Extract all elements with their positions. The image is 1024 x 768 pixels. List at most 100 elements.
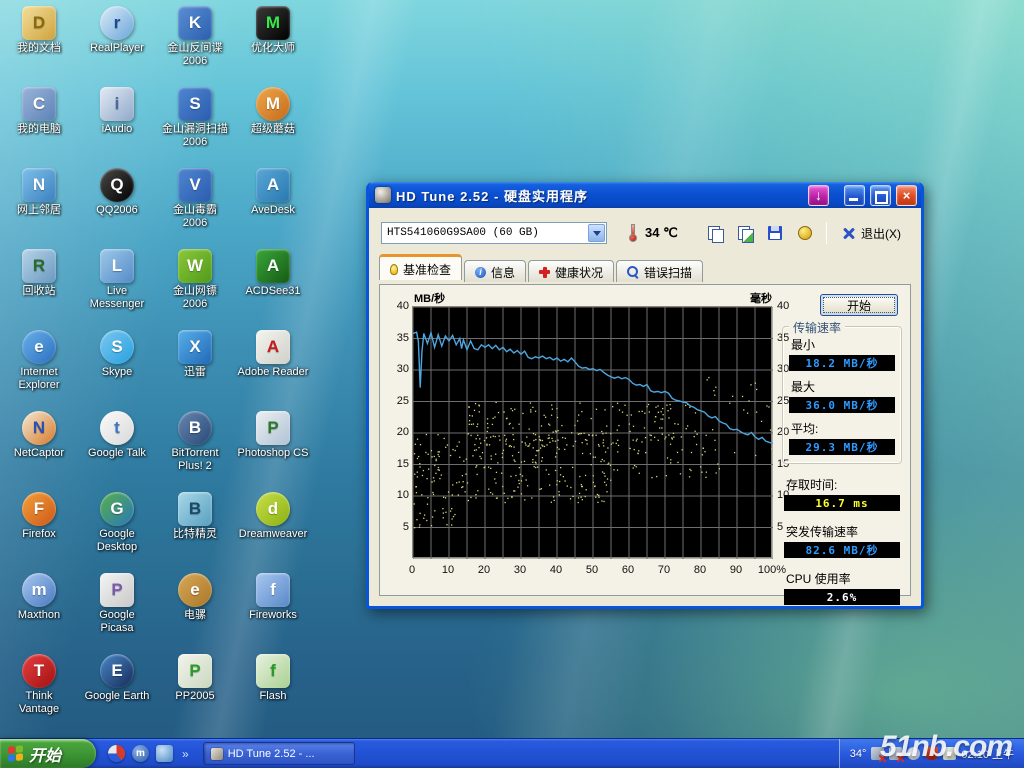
messenger-quicklaunch-icon[interactable] <box>156 745 173 762</box>
desktop-icon-super-mushroom[interactable]: M超级蘑菇 <box>235 83 311 164</box>
access-time-section: 存取时间: 16.7 ms <box>784 476 900 511</box>
desktop-icon-kingsoft-antispy[interactable]: K金山反间谍 2006 <box>157 2 233 83</box>
hdtune-task-button[interactable]: HD Tune 2.52 - ... <box>203 742 355 765</box>
desktop-icon-adobe-reader[interactable]: AAdobe Reader <box>235 326 311 407</box>
desktop-icon-pp2005[interactable]: PPP2005 <box>157 650 233 731</box>
tab-error-scan[interactable]: 错误扫描 <box>616 260 703 282</box>
x-tick: 50 <box>586 564 598 576</box>
start-button[interactable]: 开始 <box>0 739 96 768</box>
desktop-icon-avedesk[interactable]: AAveDesk <box>235 164 311 245</box>
security-shield-icon[interactable] <box>925 747 938 760</box>
options-button[interactable] <box>792 221 818 245</box>
super-mushroom-icon: M <box>256 87 290 121</box>
window-titlebar[interactable]: HD Tune 2.52 - 硬盘实用程序 ↓ × <box>369 182 921 208</box>
desktop-icon-iaudio[interactable]: iiAudio <box>79 83 155 164</box>
desktop-icon-google-talk[interactable]: tGoogle Talk <box>79 407 155 488</box>
google-earth-icon: E <box>100 654 134 688</box>
desktop-icon-skype[interactable]: SSkype <box>79 326 155 407</box>
taskbar: 开始 m » HD Tune 2.52 - ... 34° 02:10 上午 <box>0 738 1024 768</box>
desktop-icon-my-computer[interactable]: C我的电脑 <box>1 83 77 164</box>
desktop-icon-think-vantage[interactable]: TThink Vantage <box>1 650 77 731</box>
browser-quicklaunch-icon[interactable] <box>108 745 125 762</box>
info-icon <box>475 267 486 278</box>
task-button-label: HD Tune 2.52 - ... <box>228 748 315 760</box>
chevron-down-icon[interactable] <box>588 224 605 242</box>
desktop-icon-youhua-dashi[interactable]: M优化大师 <box>235 2 311 83</box>
desktop-icon-label: 比特精灵 <box>157 528 233 541</box>
google-desktop-icon: G <box>100 492 134 526</box>
tab-health[interactable]: 健康状况 <box>528 260 614 282</box>
live-messenger-icon: L <box>100 249 134 283</box>
kingsoft-duba-icon: V <box>178 168 212 202</box>
desktop-icon-recycle-bin[interactable]: R回收站 <box>1 245 77 326</box>
minimize-button[interactable] <box>844 185 865 206</box>
desktop-icon-label: 回收站 <box>1 285 77 298</box>
desktop-icon-emule[interactable]: e电骡 <box>157 569 233 650</box>
save-button[interactable] <box>762 221 788 245</box>
desktop-icon-photoshop-cs[interactable]: PPhotoshop CS <box>235 407 311 488</box>
desktop-icon-live-messenger[interactable]: LLive Messenger <box>79 245 155 326</box>
messenger-tray-icon[interactable] <box>943 747 956 760</box>
copy-text-button[interactable] <box>702 221 728 245</box>
kingsoft-scan-icon: S <box>178 87 212 121</box>
network-disconnected-icon[interactable] <box>889 747 902 760</box>
desktop-icon-my-documents[interactable]: D 我的文档 <box>1 2 77 83</box>
close-button[interactable]: × <box>896 185 917 206</box>
desktop-icon-bittorrent-plus[interactable]: BBitTorrent Plus! 2 <box>157 407 233 488</box>
drive-select-value: HTS541060G9SA00 (60 GB) <box>382 227 587 239</box>
desktop-icon-fireworks[interactable]: fFireworks <box>235 569 311 650</box>
max-label: 最大 <box>791 378 895 395</box>
desktop-icon-label: Google Earth <box>79 690 155 703</box>
desktop-icon-bitspirit[interactable]: B比特精灵 <box>157 488 233 569</box>
desktop-icon-kingsoft-netarm[interactable]: W金山网镖 2006 <box>157 245 233 326</box>
desktop-icon-thunder[interactable]: X迅雷 <box>157 326 233 407</box>
tab-benchmark[interactable]: 基准检查 <box>379 254 462 280</box>
volume-icon[interactable] <box>907 747 920 760</box>
window-title: HD Tune 2.52 - 硬盘实用程序 <box>396 186 803 205</box>
desktop-icon-realplayer[interactable]: rRealPlayer <box>79 2 155 83</box>
my-documents-icon: D <box>22 6 56 40</box>
desktop-icon-kingsoft-duba[interactable]: V金山毒霸 2006 <box>157 164 233 245</box>
desktop-icon-label: Dreamweaver <box>235 528 311 541</box>
desktop-icon-dreamweaver[interactable]: dDreamweaver <box>235 488 311 569</box>
desktop-icon-qq2006[interactable]: QQQ2006 <box>79 164 155 245</box>
desktop-icon-google-earth[interactable]: E Google Earth <box>79 650 155 731</box>
desktop-icon-acdsee31[interactable]: AACDSee31 <box>235 245 311 326</box>
save-icon <box>768 226 782 240</box>
plot-area <box>412 306 772 558</box>
tab-label: 健康状况 <box>555 264 603 281</box>
tab-info[interactable]: 信息 <box>464 260 526 282</box>
desktop-icon-label: 金山漏洞扫描 2006 <box>157 123 233 148</box>
desktop-icon-maxthon[interactable]: mMaxthon <box>1 569 77 650</box>
desktop-icon-google-desktop[interactable]: GGoogle Desktop <box>79 488 155 569</box>
desktop-icon-netcaptor[interactable]: NNetCaptor <box>1 407 77 488</box>
exit-button[interactable]: 退出(X) <box>835 223 909 244</box>
options-icon <box>798 226 812 240</box>
start-benchmark-button[interactable]: 开始 <box>820 294 898 316</box>
desktop-icon-internet-explorer[interactable]: eInternet Explorer <box>1 326 77 407</box>
desktop-icon-network-places[interactable]: N网上邻居 <box>1 164 77 245</box>
maximize-button[interactable] <box>870 185 891 206</box>
kingsoft-netarm-icon: W <box>178 249 212 283</box>
desktop-icon-label: 我的文档 <box>1 42 77 55</box>
drive-select[interactable]: HTS541060G9SA00 (60 GB) <box>381 222 607 244</box>
photoshop-cs-icon: P <box>256 411 290 445</box>
desktop-icon-kingsoft-scan[interactable]: S金山漏洞扫描 2006 <box>157 83 233 164</box>
skype-icon: S <box>100 330 134 364</box>
desktop-icon-google-picasa[interactable]: PGoogle Picasa <box>79 569 155 650</box>
desktop-icon-firefox[interactable]: FFirefox <box>1 488 77 569</box>
wireless-network-icon[interactable] <box>871 747 884 760</box>
desktop-icon-label: 网上邻居 <box>1 204 77 217</box>
download-drop-button[interactable]: ↓ <box>808 185 829 206</box>
desktop-icon-flash[interactable]: fFlash <box>235 650 311 731</box>
y-axis-left-unit: MB/秒 <box>414 290 445 306</box>
desktop-icon-label: 迅雷 <box>157 366 233 379</box>
quicklaunch-more-chevron[interactable]: » <box>180 747 191 761</box>
maxthon-quicklaunch-icon[interactable]: m <box>132 745 149 762</box>
windows-flag-icon <box>8 745 23 762</box>
y-left-tick: 35 <box>385 332 409 344</box>
copy-image-button[interactable] <box>732 221 758 245</box>
desktop-icon-label: Firefox <box>1 528 77 541</box>
desktop-icon-label: Flash <box>235 690 311 703</box>
think-vantage-icon: T <box>22 654 56 688</box>
